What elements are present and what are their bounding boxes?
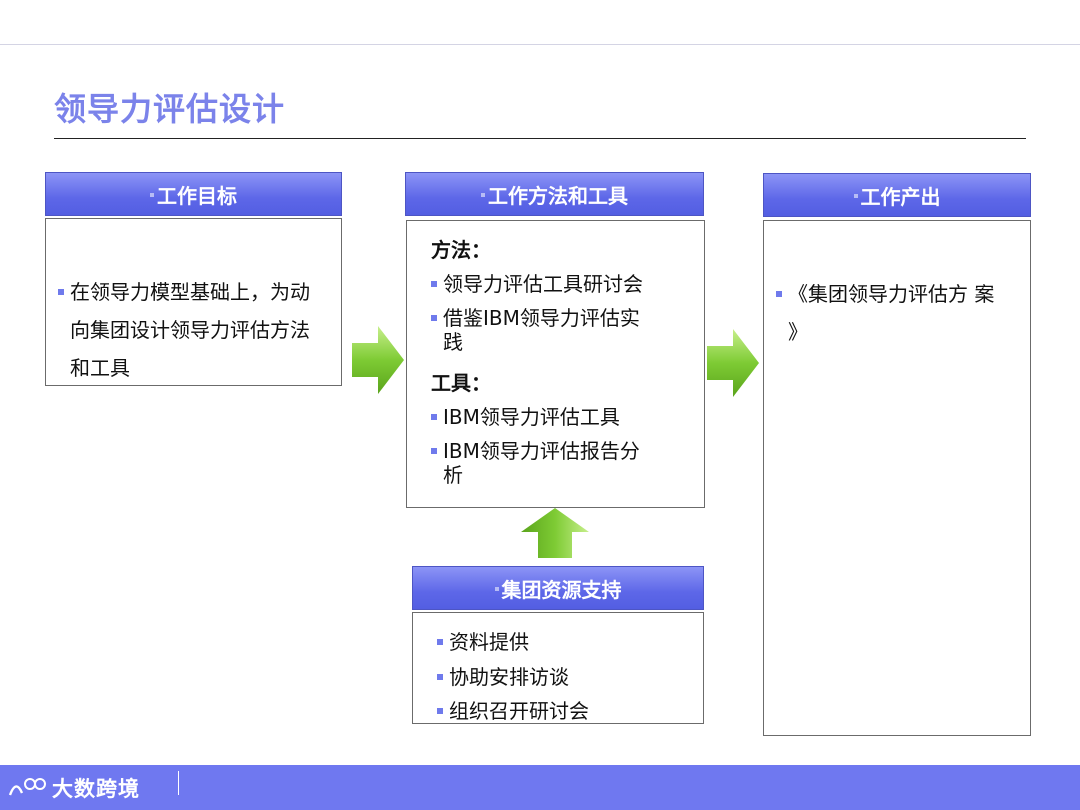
tool-item: IBM领导力评估报告分 析 xyxy=(431,439,696,487)
output-header: 工作产出 xyxy=(763,173,1031,217)
bullet-icon xyxy=(58,289,64,295)
output-box: 《集团领导力评估方 案 》 xyxy=(763,220,1031,736)
methods-header: 工作方法和工具 xyxy=(405,172,704,216)
bullet-icon xyxy=(431,315,437,321)
method-item: 领导力评估工具研讨会 xyxy=(431,272,696,296)
support-header: 集团资源支持 xyxy=(412,566,704,610)
goal-line: 在领导力模型基础上，为动 xyxy=(70,280,310,304)
method-item-line: 践 xyxy=(443,330,463,354)
bullet-icon xyxy=(437,639,443,645)
method-label: 方法： xyxy=(431,238,491,262)
methods-box: 方法： 领导力评估工具研讨会 借鉴IBM领导力评估实 践 工具： IBM领导力评… xyxy=(406,220,705,508)
bullet-icon xyxy=(431,448,437,454)
up-arrow-icon xyxy=(521,508,589,558)
header-bullet-icon xyxy=(481,193,485,197)
goal-line: 向集团设计领导力评估方法 xyxy=(70,318,310,342)
footer-bar: 大数跨境 xyxy=(0,765,1080,810)
support-item-label: 组织召开研讨会 xyxy=(449,699,589,723)
tool-label: 工具： xyxy=(431,371,491,395)
support-box: 资料提供 协助安排访谈 组织召开研讨会 xyxy=(412,612,704,724)
bullet-icon xyxy=(431,414,437,420)
support-item: 组织召开研讨会 xyxy=(437,696,589,726)
right-arrow-icon xyxy=(352,326,404,394)
support-item-label: 协助安排访谈 xyxy=(449,665,569,689)
methods-header-label: 工作方法和工具 xyxy=(488,183,628,208)
bullet-icon xyxy=(776,291,782,297)
brand-logo-text: 大数跨境 xyxy=(52,777,140,801)
method-item-label: 领导力评估工具研讨会 xyxy=(443,272,643,296)
tool-item-line: 析 xyxy=(443,463,463,487)
bullet-icon xyxy=(437,708,443,714)
method-item-line: 借鉴IBM领导力评估实 xyxy=(443,306,640,330)
output-line: 》 xyxy=(788,320,808,344)
tool-item-line: IBM领导力评估报告分 xyxy=(443,439,640,463)
bullet-icon xyxy=(437,674,443,680)
bullet-icon xyxy=(431,281,437,287)
output-bullet-item: 《集团领导力评估方 案 》 xyxy=(776,275,994,351)
tool-item-label: IBM领导力评估工具 xyxy=(443,405,620,429)
goal-header-label: 工作目标 xyxy=(157,183,237,208)
header-bullet-icon xyxy=(494,587,499,591)
output-line: 《集团领导力评估方 案 xyxy=(788,282,995,306)
top-divider xyxy=(0,44,1080,45)
output-header-label: 工作产出 xyxy=(860,184,941,209)
support-item-label: 资料提供 xyxy=(449,630,529,654)
header-bullet-icon xyxy=(150,193,154,197)
support-item: 协助安排访谈 xyxy=(437,662,589,692)
footer-divider xyxy=(178,771,179,795)
goal-header: 工作目标 xyxy=(45,172,342,216)
header-bullet-icon xyxy=(853,194,858,198)
brand-logo-icon xyxy=(8,778,46,796)
goal-box: 在领导力模型基础上，为动 向集团设计领导力评估方法 和工具 xyxy=(45,218,342,386)
support-item: 资料提供 xyxy=(437,627,589,657)
goal-bullet-item: 在领导力模型基础上，为动 向集团设计领导力评估方法 和工具 xyxy=(58,273,310,387)
goal-line: 和工具 xyxy=(70,356,130,380)
support-header-label: 集团资源支持 xyxy=(501,577,622,602)
title-underline xyxy=(54,138,1026,139)
page-title: 领导力评估设计 xyxy=(54,90,286,128)
brand-logo: 大数跨境 xyxy=(8,773,140,803)
right-arrow-icon xyxy=(707,329,759,397)
tool-item: IBM领导力评估工具 xyxy=(431,405,696,429)
method-item: 借鉴IBM领导力评估实 践 xyxy=(431,306,696,354)
